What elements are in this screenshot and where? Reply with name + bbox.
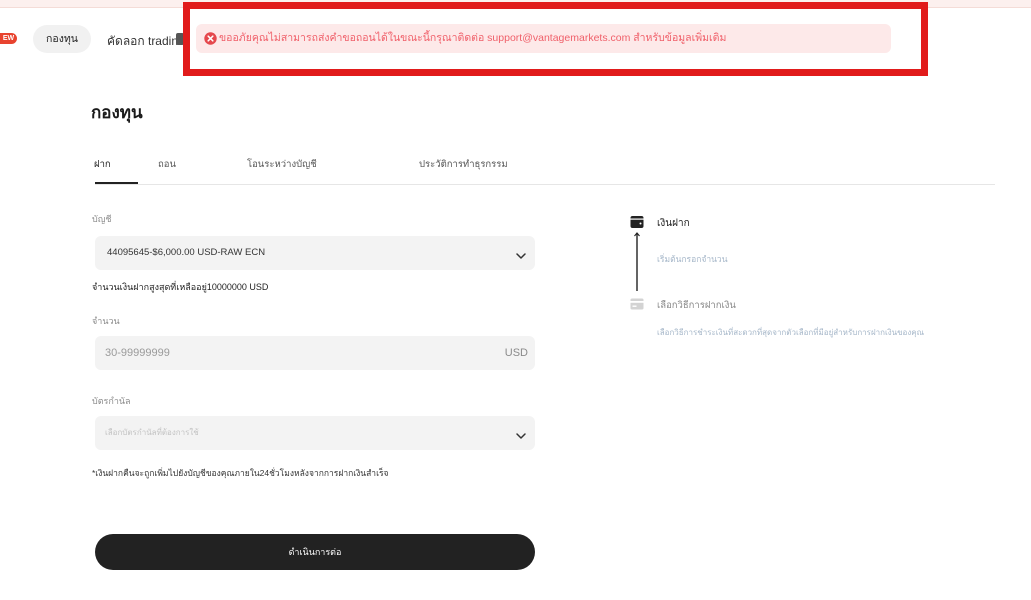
card-icon bbox=[630, 297, 644, 311]
tab-transaction-history[interactable]: ประวัติการทำธุรกรรม bbox=[419, 157, 508, 172]
new-badge: EW bbox=[0, 33, 17, 44]
nav-tab-copy-trading[interactable]: คัดลอก tradin bbox=[107, 32, 178, 51]
nav-tab-funds[interactable]: กองทุน bbox=[33, 25, 91, 53]
voucher-label: บัตรกำนัล bbox=[92, 396, 131, 406]
highlight-annotation-box bbox=[183, 2, 928, 76]
step-payment-method-description: เลือกวิธีการชำระเงินที่สะดวกที่สุดจากตัว… bbox=[657, 328, 925, 337]
amount-input[interactable]: 30-99999999 USD bbox=[95, 336, 535, 370]
step-deposit-title: เงินฝาก bbox=[657, 218, 690, 229]
tab-transfer-between-accounts[interactable]: โอนระหว่างบัญชี bbox=[247, 157, 317, 172]
voucher-select[interactable]: เลือกบัตรกำนัลที่ต้องการใช้ bbox=[95, 416, 535, 450]
account-label: บัญชี bbox=[92, 214, 112, 224]
tab-withdraw[interactable]: ถอน bbox=[158, 157, 176, 172]
wallet-icon bbox=[630, 215, 644, 229]
voucher-footnote: *เงินฝากคืนจะถูกเพิ่มไปยังบัญชีของคุณภาย… bbox=[92, 468, 389, 478]
step-deposit-subtitle: เริ่มต้นกรอกจำนวน bbox=[657, 254, 728, 264]
step-payment-method-title: เลือกวิธีการฝากเงิน bbox=[657, 300, 736, 311]
funds-page: EW กองทุน คัดลอก tradin ขออภัยคุณไม่สามา… bbox=[0, 0, 1031, 600]
continue-button[interactable]: ดำเนินการต่อ bbox=[95, 534, 535, 570]
chevron-down-icon bbox=[515, 428, 527, 439]
amount-input-placeholder: 30-99999999 bbox=[105, 347, 170, 359]
account-select-value: 44095645-$6,000.00 USD-RAW ECN bbox=[107, 247, 266, 258]
tabs-divider bbox=[95, 184, 995, 185]
account-select[interactable]: 44095645-$6,000.00 USD-RAW ECN bbox=[95, 236, 535, 270]
chevron-down-icon bbox=[515, 248, 527, 259]
max-deposit-note: จำนวนเงินฝากสูงสุดที่เหลืออยู่10000000 U… bbox=[92, 282, 269, 292]
page-title: กองทุน bbox=[91, 103, 143, 122]
amount-currency: USD bbox=[504, 347, 528, 359]
amount-label: จำนวน bbox=[92, 316, 120, 326]
voucher-select-placeholder: เลือกบัตรกำนัลที่ต้องการใช้ bbox=[105, 428, 199, 437]
tab-deposit[interactable]: ฝาก bbox=[94, 157, 111, 172]
step-connector bbox=[630, 231, 644, 291]
